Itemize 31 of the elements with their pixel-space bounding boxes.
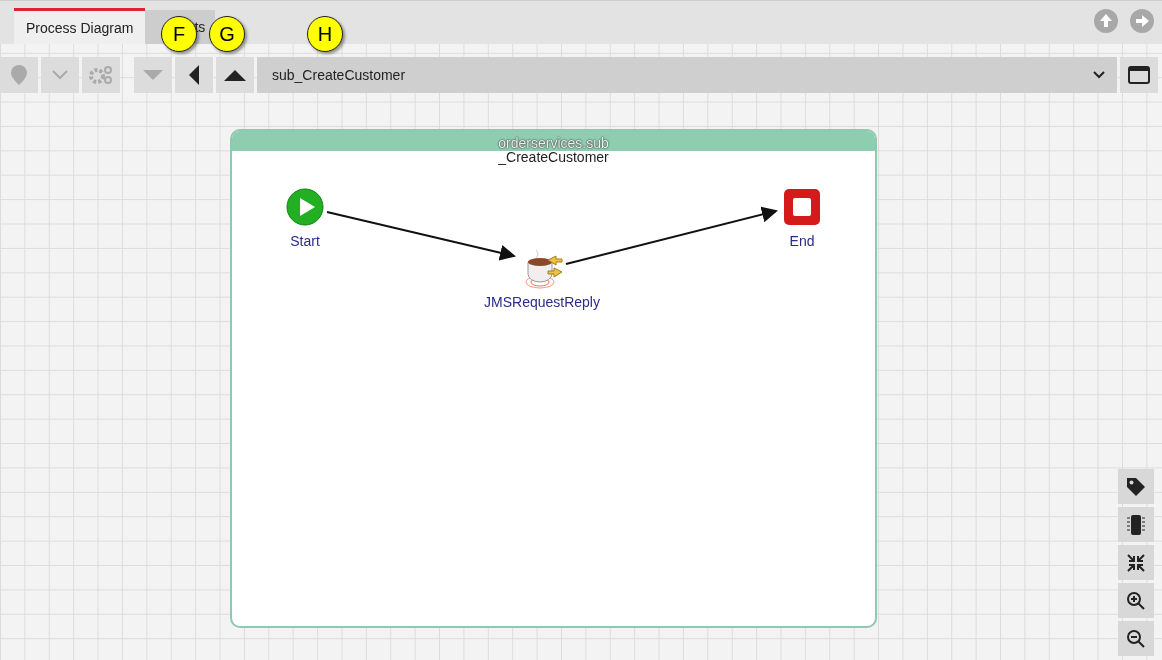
- chevron-down-icon: [1093, 71, 1105, 79]
- node-label: End: [789, 233, 815, 249]
- window-icon: [1128, 66, 1150, 84]
- zoom-out-icon: [1126, 628, 1146, 649]
- tag-button[interactable]: [1118, 469, 1154, 504]
- chip-button[interactable]: [1118, 507, 1154, 542]
- tab[interactable]: Process Diagram: [14, 8, 146, 44]
- collapse-button[interactable]: [1118, 545, 1154, 580]
- zoom-in-button[interactable]: [1118, 583, 1154, 618]
- zoom-out-button[interactable]: [1118, 621, 1154, 656]
- gears-icon: [88, 65, 114, 85]
- window-button[interactable]: [1120, 57, 1158, 93]
- chip-icon: [1126, 513, 1146, 536]
- triangle-up-icon: [224, 69, 246, 81]
- tag-icon: [1126, 476, 1146, 497]
- node-label: Start: [290, 233, 320, 249]
- up-button[interactable]: [216, 57, 254, 93]
- path-dropdown[interactable]: sub_CreateCustomer: [257, 57, 1117, 93]
- node-label: JMSRequestReply: [484, 294, 600, 310]
- triangle-left-icon: [189, 65, 199, 85]
- container-title: orderservices.sub: [498, 135, 609, 151]
- pin-icon: [11, 65, 27, 85]
- chevron-down-icon: [51, 69, 69, 81]
- back-button[interactable]: [175, 57, 213, 93]
- zoom-in-icon: [1126, 590, 1146, 611]
- start-icon: [286, 188, 324, 226]
- stop-icon: [783, 188, 821, 226]
- collapse-icon: [1126, 552, 1146, 573]
- path-text: sub_CreateCustomer: [272, 67, 406, 83]
- triangle-down-icon: [143, 70, 163, 80]
- container-subtitle: _CreateCustomer: [497, 149, 610, 165]
